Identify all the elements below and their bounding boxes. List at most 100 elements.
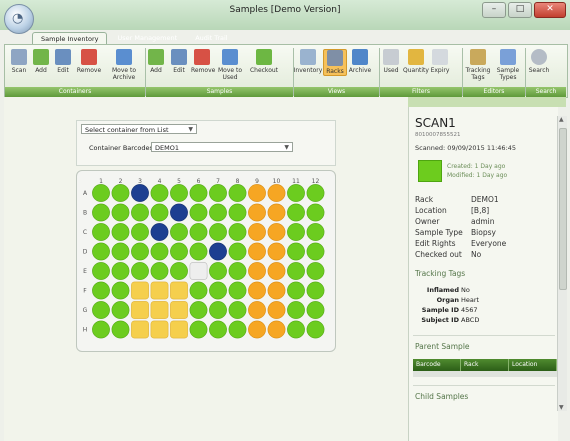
scroll-up-icon[interactable]: ▲ — [559, 116, 564, 123]
column-location[interactable]: Location — [509, 359, 557, 371]
rack-well-D7[interactable] — [209, 242, 227, 261]
used-button[interactable]: Used — [380, 49, 402, 74]
rack-well-E9[interactable] — [248, 262, 266, 280]
rack-well-F7[interactable] — [209, 281, 227, 300]
rack-well-D12[interactable] — [306, 242, 325, 261]
rack-well-B8[interactable] — [228, 203, 247, 222]
rack-well-E3[interactable] — [131, 262, 149, 280]
remove-button[interactable]: Remove — [191, 49, 215, 74]
rack-well-H3[interactable] — [131, 320, 149, 339]
remove-button[interactable]: Remove — [75, 49, 103, 74]
rack-well-H4[interactable] — [150, 320, 169, 339]
rack-well-C4[interactable] — [150, 223, 169, 241]
rack-well-D3[interactable] — [131, 242, 149, 261]
rack-well-C7[interactable] — [209, 223, 227, 241]
rack-well-H11[interactable] — [287, 320, 305, 339]
container-barcode-dropdown[interactable]: DEMO1 ▼ — [151, 142, 293, 152]
tab-user-management[interactable]: User Management — [109, 32, 185, 44]
rack-well-H7[interactable] — [209, 320, 227, 339]
rack-well-E2[interactable] — [111, 262, 130, 280]
rack-well-D10[interactable] — [267, 242, 286, 261]
rack-well-D8[interactable] — [228, 242, 247, 261]
racks-button[interactable]: Racks — [323, 49, 347, 76]
rack-well-C8[interactable] — [228, 223, 247, 241]
close-button[interactable]: ✕ — [534, 2, 566, 18]
maximize-button[interactable]: □ — [508, 2, 532, 18]
rack-well-C9[interactable] — [248, 223, 266, 241]
rack-well-E4[interactable] — [150, 262, 169, 280]
rack-well-B3[interactable] — [131, 203, 149, 222]
rack-well-H8[interactable] — [228, 320, 247, 339]
rack-well-F6[interactable] — [189, 281, 208, 300]
rack-well-E8[interactable] — [228, 262, 247, 280]
rack-well-A8[interactable] — [228, 184, 247, 202]
scan-button[interactable]: Scan — [8, 49, 30, 74]
rack-well-C12[interactable] — [306, 223, 325, 241]
rack-well-H5[interactable] — [170, 320, 188, 339]
rack-well-D4[interactable] — [150, 242, 169, 261]
rack-well-C11[interactable] — [287, 223, 305, 241]
container-list-dropdown[interactable]: Select container from List ▼ — [81, 124, 197, 134]
rack-well-A11[interactable] — [287, 184, 305, 202]
rack-well-A5[interactable] — [170, 184, 188, 202]
expiry-button[interactable]: Expiry — [429, 49, 451, 74]
rack-well-B12[interactable] — [306, 203, 325, 222]
rack-well-A4[interactable] — [150, 184, 169, 202]
scrollbar-thumb[interactable] — [559, 128, 567, 290]
rack-well-D1[interactable] — [92, 242, 110, 261]
rack-well-G5[interactable] — [170, 301, 188, 319]
rack-well-B10[interactable] — [267, 203, 286, 222]
column-rack[interactable]: Rack — [461, 359, 509, 371]
rack-well-B4[interactable] — [150, 203, 169, 222]
rack-well-F5[interactable] — [170, 281, 188, 300]
rack-well-H1[interactable] — [92, 320, 110, 339]
add-button[interactable]: Add — [30, 49, 52, 74]
move-to-used-button[interactable]: Move to Used — [215, 49, 245, 81]
rack-well-A7[interactable] — [209, 184, 227, 202]
rack-well-G9[interactable] — [248, 301, 266, 319]
rack-well-F9[interactable] — [248, 281, 266, 300]
rack-well-G6[interactable] — [189, 301, 208, 319]
rack-well-C3[interactable] — [131, 223, 149, 241]
rack-well-F1[interactable] — [92, 281, 110, 300]
rack-well-D6[interactable] — [189, 242, 208, 261]
rack-well-F10[interactable] — [267, 281, 286, 300]
details-scrollbar[interactable]: ▲ ▼ — [557, 116, 567, 411]
rack-well-C5[interactable] — [170, 223, 188, 241]
rack-well-H10[interactable] — [267, 320, 286, 339]
rack-well-B6[interactable] — [189, 203, 208, 222]
rack-well-A1[interactable] — [92, 184, 110, 202]
rack-well-G10[interactable] — [267, 301, 286, 319]
rack-well-F11[interactable] — [287, 281, 305, 300]
rack-well-A2[interactable] — [111, 184, 130, 202]
rack-well-D5[interactable] — [170, 242, 188, 261]
scroll-down-icon[interactable]: ▼ — [559, 404, 564, 411]
archive-button[interactable]: Archive — [347, 49, 373, 74]
checkout-button[interactable]: Checkout — [249, 49, 279, 74]
rack-well-B11[interactable] — [287, 203, 305, 222]
sample-types-button[interactable]: Sample Types — [493, 49, 523, 81]
minimize-button[interactable]: – — [482, 2, 506, 18]
rack-well-G2[interactable] — [111, 301, 130, 319]
rack-well-H2[interactable] — [111, 320, 130, 339]
rack-well-G12[interactable] — [306, 301, 325, 319]
rack-well-E7[interactable] — [209, 262, 227, 280]
rack-well-G11[interactable] — [287, 301, 305, 319]
rack-well-G3[interactable] — [131, 301, 149, 319]
inventory-button[interactable]: Inventory — [293, 49, 323, 74]
edit-button[interactable]: Edit — [52, 49, 74, 74]
rack-well-F12[interactable] — [306, 281, 325, 300]
rack-well-A10[interactable] — [267, 184, 286, 202]
move-to-archive-button[interactable]: Move to Archive — [107, 49, 141, 81]
rack-well-A12[interactable] — [306, 184, 325, 202]
rack-well-E5[interactable] — [170, 262, 188, 280]
rack-well-B2[interactable] — [111, 203, 130, 222]
add-button[interactable]: Add — [145, 49, 167, 74]
rack-well-G8[interactable] — [228, 301, 247, 319]
rack-well-G4[interactable] — [150, 301, 169, 319]
rack-well-A6[interactable] — [189, 184, 208, 202]
rack-well-B1[interactable] — [92, 203, 110, 222]
rack-well-F4[interactable] — [150, 281, 169, 300]
rack-well-C6[interactable] — [189, 223, 208, 241]
rack-well-D2[interactable] — [111, 242, 130, 261]
